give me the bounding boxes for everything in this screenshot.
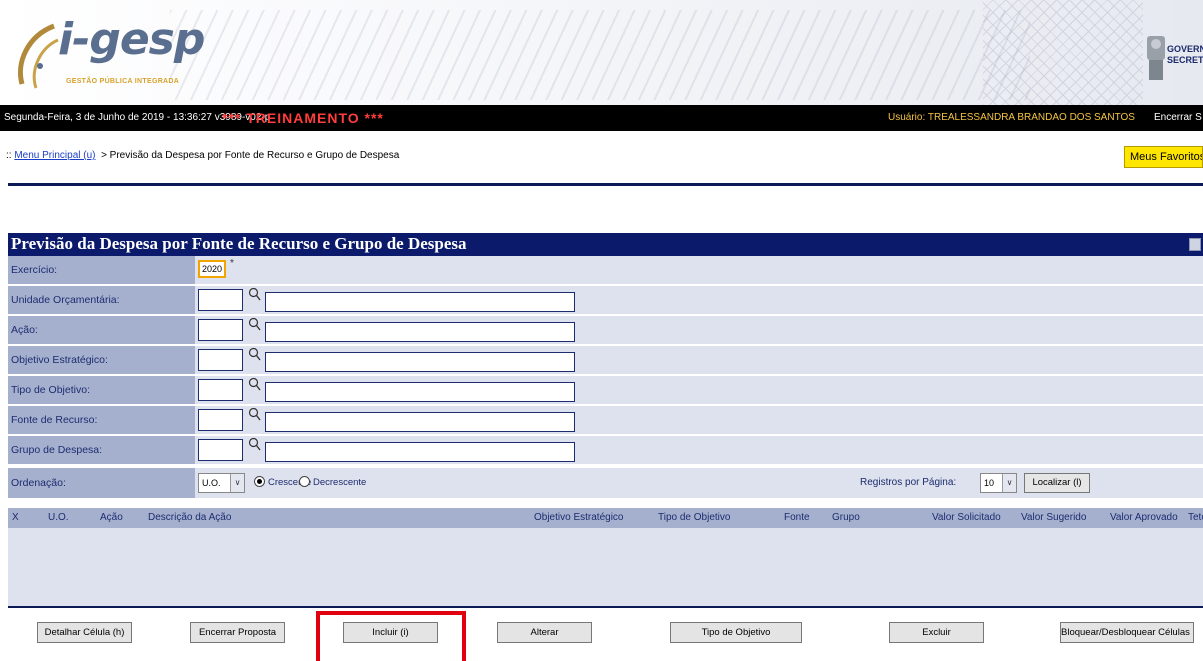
favorites-button[interactable]: Meus Favoritos (x) ... [1124,146,1203,168]
detalhar-celula-button[interactable]: Detalhar Célula (h) [37,622,132,643]
objetivo-estrategico-description-field[interactable] [265,352,575,372]
breadcrumb: :: Menu Principal (u) > Previsão da Desp… [6,150,399,161]
gov-line1: GOVERNO [1167,44,1203,54]
registros-selected-value: 10 [984,478,995,488]
column-header[interactable]: Valor Aprovado [1110,508,1178,528]
logout-link[interactable]: Encerrar S [1154,105,1202,131]
row-grupo-despesa: Grupo de Despesa: [8,436,1203,466]
decrescente-label: Decrescente [313,477,367,488]
unidade-orcamentaria-code-input[interactable] [198,289,243,311]
row-ordenacao: Ordenação: U.O. ∨ Crescente Decrescente … [8,468,1203,498]
column-header[interactable]: Descrição da Ação [148,508,231,528]
localizar-button[interactable]: Localizar (l) [1024,473,1090,493]
banner-pattern [170,10,1030,100]
alterar-button[interactable]: Alterar [497,622,592,643]
search-icon[interactable] [248,407,262,421]
tipo-objetivo-code-input[interactable] [198,379,243,401]
acao-description-field[interactable] [265,322,575,342]
fonte-recurso-code-input[interactable] [198,409,243,431]
bloquear-desbloquear-button[interactable]: Bloquear/Desbloquear Células (b) [1060,622,1194,643]
grupo-despesa-label: Grupo de Despesa: [8,436,195,464]
form-title-bar: Previsão da Despesa por Fonte de Recurso… [8,233,1203,256]
ordenacao-selected-value: U.O. [202,478,221,488]
acao-code-input[interactable] [198,319,243,341]
training-badge: *** TREINAMENTO *** [222,110,384,126]
column-header[interactable]: Valor Solicitado [932,508,1001,528]
breadcrumb-current: > Previsão da Despesa por Fonte de Recur… [101,150,400,161]
chevron-down-icon: ∨ [230,474,244,492]
edit-icon[interactable] [1189,238,1201,251]
logo-text: i-gesp [58,14,205,65]
encerrar-proposta-button[interactable]: Encerrar Proposta [190,622,285,643]
tipo-objetivo-label: Tipo de Objetivo: [8,376,195,404]
exercicio-input[interactable]: 2020 [198,260,226,278]
unidade-orcamentaria-description-field[interactable] [265,292,575,312]
menu-principal-link[interactable]: Menu Principal (u) [14,150,95,161]
row-objetivo-estrategico: Objetivo Estratégico: [8,346,1203,376]
registros-select[interactable]: 10 ∨ [980,473,1017,493]
incluir-highlight-box [316,611,466,661]
header-separator [8,183,1203,186]
chevron-down-icon: ∨ [1002,474,1016,492]
objetivo-estrategico-code-input[interactable] [198,349,243,371]
search-icon[interactable] [248,347,262,361]
column-header[interactable]: Tipo de Objetivo [658,508,730,528]
objetivo-estrategico-label: Objetivo Estratégico: [8,346,195,374]
user-name: TREALESSANDRA BRANDAO DOS SANTOS [927,112,1135,123]
exercicio-label: Exercício: [8,256,195,284]
grupo-despesa-code-input[interactable] [198,439,243,461]
registros-label: Registros por Página: [860,477,957,488]
ordenacao-select[interactable]: U.O. ∨ [198,473,245,493]
search-icon[interactable] [248,437,262,451]
decrescente-radio[interactable] [299,476,310,487]
user-info: Usuário: TREALESSANDRA BRANDAO DOS SANTO… [888,105,1135,131]
column-header[interactable]: Fonte [784,508,810,528]
unidade-orcamentaria-label: Unidade Orçamentária: [8,286,195,314]
excluir-button[interactable]: Excluir [889,622,984,643]
page-title: Previsão da Despesa por Fonte de Recurso… [11,234,467,253]
results-table-header: X U.O. Ação Descrição da Ação Objetivo E… [8,508,1203,528]
fonte-recurso-description-field[interactable] [265,412,575,432]
logo-subtitle: GESTÃO PÚBLICA INTEGRADA [66,78,180,85]
header-banner: i-gesp GESTÃO PÚBLICA INTEGRADA GOVERNO … [0,0,1203,105]
government-label: GOVERNO SECRETARIA [1167,44,1203,66]
column-header[interactable]: U.O. [48,508,69,528]
banner-pattern-right [983,0,1143,105]
column-header[interactable]: Objetivo Estratégico [534,508,624,528]
row-tipo-objetivo: Tipo de Objetivo: [8,376,1203,406]
user-label: Usuário: [888,112,926,123]
column-header[interactable]: X [12,508,19,528]
breadcrumb-prefix: :: [6,150,12,161]
gov-line2: SECRETARIA [1167,55,1203,65]
column-header[interactable]: Valor Sugerido [1021,508,1086,528]
column-header[interactable]: Ação [100,508,123,528]
column-header[interactable]: Teto [1188,508,1203,528]
grupo-despesa-description-field[interactable] [265,442,575,462]
acao-label: Ação: [8,316,195,344]
search-icon[interactable] [248,377,262,391]
search-icon[interactable] [248,317,262,331]
crescente-radio[interactable] [254,476,265,487]
footer-separator [8,606,1203,608]
status-bar: Segunda-Feira, 3 de Junho de 2019 - 13:3… [0,105,1203,131]
tipo-objetivo-description-field[interactable] [265,382,575,402]
tipo-objetivo-button[interactable]: Tipo de Objetivo [670,622,802,643]
required-mark: * [230,258,234,269]
row-unidade-orcamentaria: Unidade Orçamentária: [8,286,1203,316]
search-icon[interactable] [248,287,262,301]
row-fonte-recurso: Fonte de Recurso: [8,406,1203,436]
row-exercicio: Exercício: 2020 * [8,256,1203,286]
fonte-recurso-label: Fonte de Recurso: [8,406,195,434]
row-acao: Ação: [8,316,1203,346]
ordenacao-label: Ordenação: [8,468,195,498]
results-table-body [8,528,1203,608]
column-header[interactable]: Grupo [832,508,860,528]
